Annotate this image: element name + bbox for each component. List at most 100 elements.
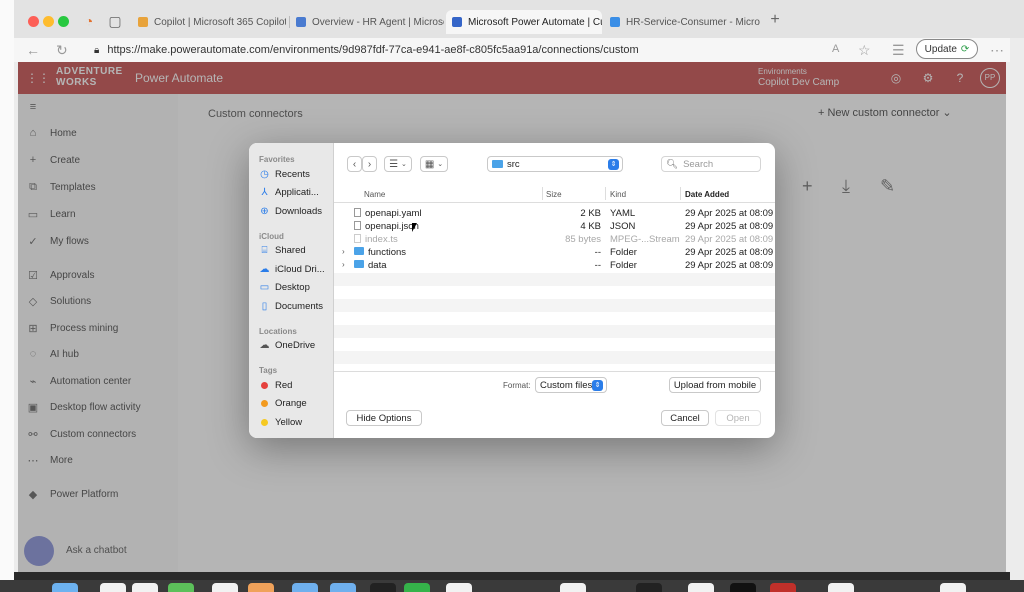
grid-icon: ▦ bbox=[424, 158, 435, 170]
dock-app-icon[interactable] bbox=[828, 583, 854, 592]
update-button[interactable]: Update ⟳ bbox=[916, 39, 978, 59]
file-list-header: Name Size Kind Date Added bbox=[334, 185, 775, 203]
open-button[interactable]: Open bbox=[715, 410, 761, 426]
reload-icon[interactable]: ↻ bbox=[56, 42, 68, 59]
lock-icon: 🔒︎ bbox=[94, 44, 100, 56]
upload-from-mobile-button[interactable]: Upload from mobile bbox=[669, 377, 761, 393]
back-icon[interactable]: ← bbox=[26, 42, 40, 58]
dock-app-icon[interactable] bbox=[132, 583, 158, 592]
collections-icon[interactable]: ☰ bbox=[892, 42, 905, 59]
dock-app-icon[interactable] bbox=[370, 583, 396, 592]
file-open-dialog: Favorites ◷ Recents ⅄ Applicati... ⊕ Downlo… bbox=[249, 143, 775, 438]
dock-app-icon[interactable] bbox=[292, 583, 318, 592]
update-icon: ⟳ bbox=[960, 43, 970, 55]
tab-hr-agent[interactable]: Overview - HR Agent | Microsoft ✕ bbox=[290, 10, 444, 34]
cancel-button[interactable]: Cancel bbox=[661, 410, 709, 426]
column-header-kind[interactable]: Kind bbox=[610, 190, 626, 199]
file-row[interactable]: openapi.json 4 KB JSON 29 Apr 2025 at 08… bbox=[334, 220, 775, 233]
tag-orange[interactable]: Orange bbox=[259, 395, 333, 411]
column-header-name[interactable]: Name bbox=[364, 190, 385, 199]
sidebar-item-desktop[interactable]: ▭ Desktop bbox=[259, 279, 333, 295]
tag-dot-icon bbox=[261, 418, 268, 426]
tag-dot-icon bbox=[261, 381, 268, 389]
hide-options-button[interactable]: Hide Options bbox=[346, 410, 422, 426]
dock-app-icon[interactable] bbox=[446, 583, 472, 592]
folder-icon bbox=[354, 247, 364, 255]
format-select[interactable]: Custom files ⇕ bbox=[535, 377, 607, 393]
search-field[interactable]: 🔍︎ Search bbox=[661, 156, 761, 172]
tab-power-automate[interactable]: Microsoft Power Automate | Cu ✕ bbox=[446, 10, 602, 34]
address-bar: ← ↻ 🔒︎ https://make.powerautomate.com/en… bbox=[14, 38, 1010, 62]
dock-app-icon[interactable] bbox=[688, 583, 714, 592]
profile-icon[interactable]: ◔ bbox=[80, 12, 98, 30]
download-circle-icon: ⊕ bbox=[260, 205, 269, 217]
close-window-button[interactable] bbox=[28, 16, 39, 27]
url-field[interactable]: 🔒︎ https://make.powerautomate.com/enviro… bbox=[94, 40, 894, 60]
tab-label: HR-Service-Consumer - Microsof bbox=[626, 16, 760, 28]
clock-icon: ◷ bbox=[260, 168, 269, 180]
icloud-header: iCloud bbox=[259, 232, 284, 241]
dock-app-icon[interactable] bbox=[940, 583, 966, 592]
dock-app-icon[interactable] bbox=[560, 583, 586, 592]
dock-app-icon[interactable] bbox=[212, 583, 238, 592]
dock-app-icon[interactable] bbox=[248, 583, 274, 592]
sidebar-item-downloads[interactable]: ⊕ Downloads bbox=[259, 203, 333, 219]
dock-app-icon[interactable] bbox=[730, 583, 756, 592]
forward-button[interactable]: › bbox=[362, 156, 377, 172]
location-dropdown[interactable]: src ⇕ bbox=[487, 156, 623, 172]
dock-app-icon[interactable] bbox=[636, 583, 662, 592]
dock-app-icon[interactable] bbox=[52, 583, 78, 592]
tab-label: Microsoft Power Automate | Cu bbox=[468, 16, 602, 28]
favorite-star-icon[interactable]: ☆ bbox=[858, 42, 871, 59]
empty-row bbox=[334, 325, 775, 338]
folder-row[interactable]: › data -- Folder 29 Apr 2025 at 08:09 bbox=[334, 259, 775, 272]
sidebar-item-recents[interactable]: ◷ Recents bbox=[259, 166, 333, 182]
column-header-size[interactable]: Size bbox=[546, 190, 562, 199]
tab-copilot[interactable]: Copilot | Microsoft 365 Copilot ✕ bbox=[132, 10, 286, 34]
dock-app-icon[interactable] bbox=[100, 583, 126, 592]
sidebar-item-icloud-drive[interactable]: ☁ iCloud Dri... bbox=[259, 261, 333, 277]
empty-row bbox=[334, 299, 775, 312]
file-row[interactable]: openapi.yaml 2 KB YAML 29 Apr 2025 at 08… bbox=[334, 207, 775, 220]
back-button[interactable]: ‹ bbox=[347, 156, 362, 172]
chevron-down-icon: ⌄ bbox=[401, 161, 407, 168]
file-row: index.ts 85 bytes MPEG-...Stream 29 Apr … bbox=[334, 233, 775, 246]
disclosure-arrow-icon[interactable]: › bbox=[342, 247, 345, 256]
sidebar-toggle-icon[interactable]: ▢ bbox=[106, 12, 124, 30]
column-divider bbox=[542, 187, 543, 200]
more-menu-icon[interactable]: ⋯ bbox=[990, 42, 1004, 59]
tab-favicon-icon bbox=[138, 17, 148, 27]
file-icon bbox=[354, 234, 361, 243]
list-view-button[interactable]: ☰ ⌄ bbox=[384, 156, 412, 172]
tag-red[interactable]: Red bbox=[259, 377, 333, 393]
tab-favicon-icon bbox=[296, 17, 306, 27]
empty-row bbox=[334, 351, 775, 364]
location-label: src bbox=[507, 158, 520, 170]
tag-yellow[interactable]: Yellow bbox=[259, 414, 333, 430]
sidebar-item-documents[interactable]: ▯ Documents bbox=[259, 298, 333, 314]
cloud-icon: ☁ bbox=[259, 339, 270, 351]
folder-row[interactable]: › functions -- Folder 29 Apr 2025 at 08:… bbox=[334, 246, 775, 259]
column-header-date-added[interactable]: Date Added bbox=[685, 190, 729, 199]
dock-app-icon[interactable] bbox=[770, 583, 796, 592]
tab-hr-service-consumer[interactable]: HR-Service-Consumer - Microsof ✕ bbox=[604, 10, 760, 34]
updown-chevron-icon: ⇕ bbox=[608, 159, 619, 170]
minimize-window-button[interactable] bbox=[43, 16, 54, 27]
disclosure-arrow-icon[interactable]: › bbox=[342, 260, 345, 269]
dock-app-icon[interactable] bbox=[404, 583, 430, 592]
grid-view-button[interactable]: ▦ ⌄ bbox=[420, 156, 448, 172]
column-divider bbox=[605, 187, 606, 200]
maximize-window-button[interactable] bbox=[58, 16, 69, 27]
read-aloud-icon[interactable]: A bbox=[832, 43, 839, 55]
dock-app-icon[interactable] bbox=[330, 583, 356, 592]
list-icon: ☰ bbox=[389, 158, 399, 170]
sidebar-item-onedrive[interactable]: ☁ OneDrive bbox=[259, 337, 333, 353]
sidebar-item-applications[interactable]: ⅄ Applicati... bbox=[259, 184, 333, 200]
locations-header: Locations bbox=[259, 327, 297, 336]
sidebar-item-shared[interactable]: ⌸ Shared bbox=[259, 242, 333, 258]
format-value: Custom files bbox=[540, 379, 593, 391]
cloud-icon: ☁ bbox=[259, 263, 270, 275]
dock-app-icon[interactable] bbox=[168, 583, 194, 592]
updown-chevron-icon: ⇕ bbox=[592, 380, 603, 391]
new-tab-icon[interactable]: + bbox=[766, 11, 784, 29]
